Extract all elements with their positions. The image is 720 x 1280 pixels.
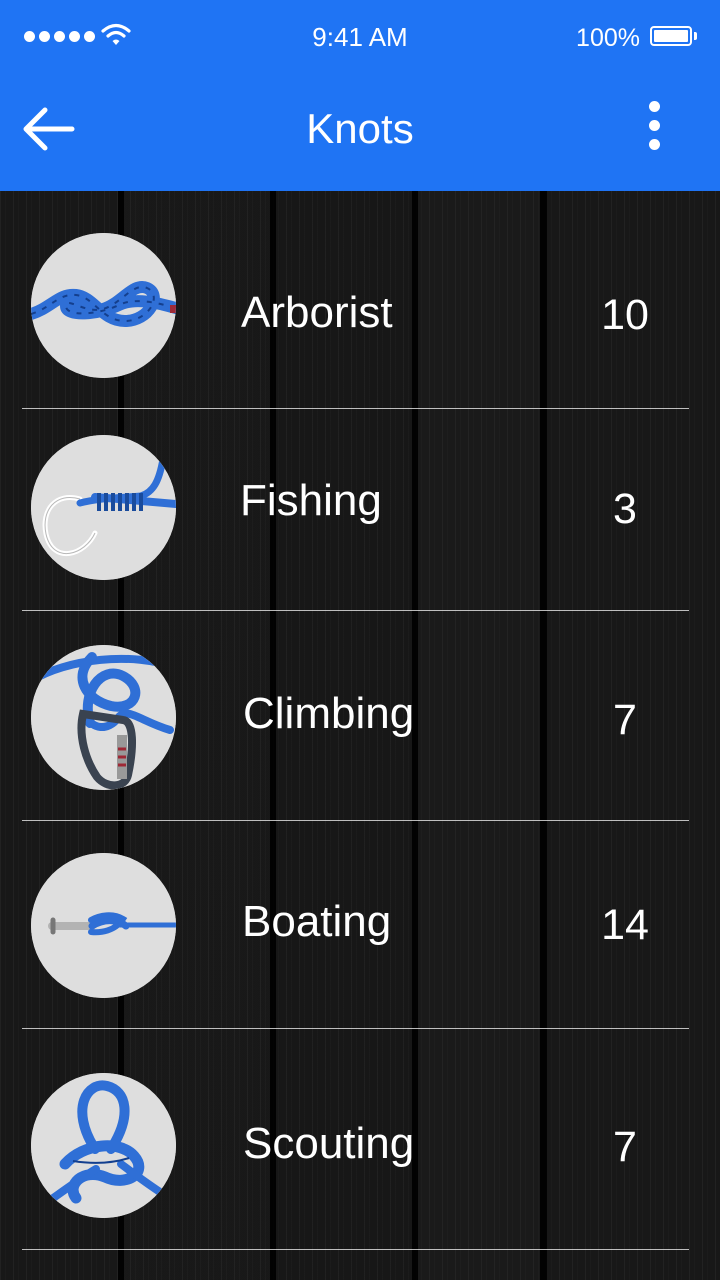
arborist-knot-thumbnail [31,233,176,378]
app-header: 9:41 AM 100% Knots [0,0,720,191]
battery-percentage: 100% [576,24,640,52]
row-divider [22,820,689,821]
list-item-fishing[interactable]: Fishing 3 [0,421,720,621]
list-item-scouting[interactable]: Scouting 7 [0,1057,720,1257]
page-title: Knots [306,105,414,152]
list-item-boating[interactable]: Boating 14 [0,836,720,1036]
climbing-knot-thumbnail [31,645,176,790]
category-label: Arborist [241,288,393,337]
list-item-arborist[interactable]: Arborist 10 [0,218,720,418]
navigation-bar: Knots [0,72,720,191]
category-label: Climbing [243,689,415,738]
boating-knot-thumbnail [31,853,176,998]
knot-category-list: Arborist 10 Fishing 3 Climbing 7 Boating… [0,191,720,1280]
battery-icon [650,26,692,46]
category-label: Boating [242,897,392,946]
knot-count: 7 [613,1123,637,1171]
list-item-climbing[interactable]: Climbing 7 [0,633,720,833]
knot-count: 10 [601,291,649,339]
row-divider [22,1249,689,1250]
scouting-knot-thumbnail [31,1073,176,1218]
row-divider [22,1028,689,1029]
knot-count: 7 [613,696,637,744]
category-label: Scouting [243,1119,415,1168]
knot-count: 3 [613,485,637,533]
knot-count: 14 [601,901,649,949]
more-vertical-icon [649,101,660,112]
row-divider [22,610,689,611]
category-label: Fishing [240,476,382,525]
more-options-button[interactable] [630,96,680,156]
status-bar: 9:41 AM 100% [0,0,720,72]
row-divider [22,408,689,409]
fishing-knot-thumbnail [31,435,176,580]
battery-tip-icon [694,32,697,40]
knots-app: 9:41 AM 100% Knots Arborist 10 Fishing 3… [0,0,720,1280]
